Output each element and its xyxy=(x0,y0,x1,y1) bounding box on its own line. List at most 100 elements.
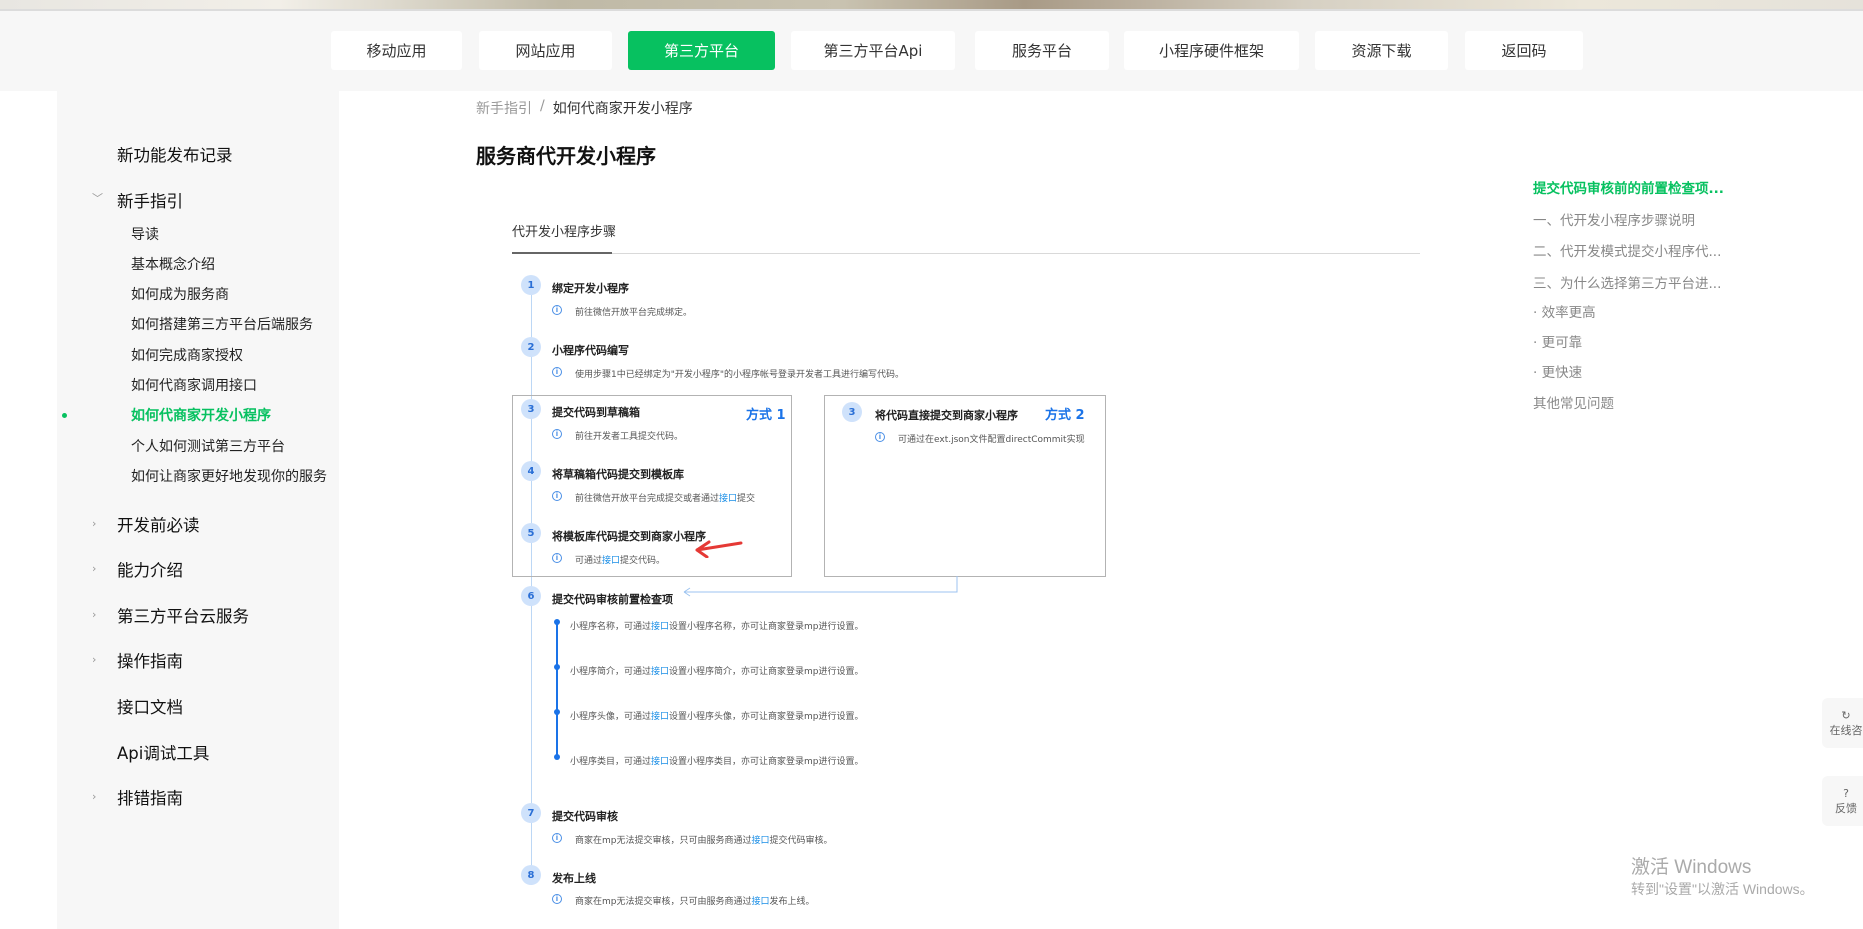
step-title: 提交代码审核 xyxy=(552,810,618,823)
toc-item-precheck[interactable]: 提交代码审核前的前置检查项... xyxy=(1533,177,1724,197)
figure-tab-label: 代开发小程序步骤 xyxy=(512,225,617,240)
checklist-dot xyxy=(554,754,560,760)
figure-tab-rule xyxy=(512,253,1420,254)
sidebar-subitem-become-provider[interactable]: 如何成为服务商 xyxy=(131,284,229,304)
checklist-text: 小程序头像，可通过 xyxy=(570,712,652,722)
api-link[interactable]: 接口 xyxy=(751,897,769,907)
chevron-right-icon[interactable]: › xyxy=(92,562,96,575)
sidebar-subitem-personal-test[interactable]: 个人如何测试第三方平台 xyxy=(131,436,285,456)
step-desc: 前往微信开放平台完成提交或者通过接口提交 xyxy=(575,491,755,504)
figure-tab-underline xyxy=(512,252,612,254)
toc-item-reliable[interactable]: · 更可靠 xyxy=(1533,331,1582,351)
sidebar-item-api-docs[interactable]: 接口文档 xyxy=(117,694,183,718)
mode-2-label: 方式 2 xyxy=(1045,408,1085,423)
chevron-right-icon[interactable]: › xyxy=(92,653,96,666)
api-link[interactable]: 接口 xyxy=(719,494,737,504)
toc-item-why[interactable]: 三、为什么选择第三方平台进... xyxy=(1533,272,1721,292)
toc-item-efficiency[interactable]: · 效率更高 xyxy=(1533,301,1596,321)
nav-resource-download[interactable]: 资源下载 xyxy=(1315,31,1448,70)
sidebar-item-api-debug[interactable]: Api调试工具 xyxy=(117,740,209,764)
api-link[interactable]: 接口 xyxy=(651,622,669,632)
activation-watermark-title: 激活 Windows xyxy=(1631,857,1752,878)
step-number-badge: 7 xyxy=(521,803,541,823)
checklist-item: 小程序类目，可通过接口设置小程序类目，亦可让商家登录mp进行设置。 xyxy=(570,754,864,767)
step-desc: 前往微信开放平台完成绑定。 xyxy=(575,308,693,318)
toc-item-faster[interactable]: · 更快速 xyxy=(1533,361,1582,381)
top-banner-image xyxy=(0,0,1863,11)
nav-website-app[interactable]: 网站应用 xyxy=(479,31,612,70)
online-consult-label: 在线咨 xyxy=(1829,723,1863,737)
step-title: 绑定开发小程序 xyxy=(552,282,629,295)
step-title: 小程序代码编写 xyxy=(552,344,629,357)
step-number-badge: 5 xyxy=(521,523,541,543)
step-desc: 可通过在ext.json文件配置directCommit实现 xyxy=(898,435,1085,445)
sidebar-subitem-develop-miniprogram[interactable]: 如何代商家开发小程序 xyxy=(131,405,271,425)
nav-third-party-api[interactable]: 第三方平台Api xyxy=(791,31,955,70)
step-desc-text: 商家在mp无法提交审核，只可由服务商通过 xyxy=(575,897,752,907)
step-number-badge: 1 xyxy=(521,275,541,295)
feedback-button[interactable]: ? 反馈 xyxy=(1822,776,1863,826)
api-link[interactable]: 接口 xyxy=(751,836,769,846)
checklist-text: 小程序简介，可通过 xyxy=(570,667,652,677)
step-number-badge: 3 xyxy=(521,399,541,419)
checklist-dot xyxy=(554,709,560,715)
sidebar-item-ops-guide[interactable]: 操作指南 xyxy=(117,648,183,672)
sidebar-subitem-concepts[interactable]: 基本概念介绍 xyxy=(131,254,215,274)
toc-item-faq[interactable]: 其他常见问题 xyxy=(1533,392,1614,412)
checklist-item: 小程序头像，可通过接口设置小程序头像，亦可让商家登录mp进行设置。 xyxy=(570,709,864,722)
nav-miniprogram-hardware[interactable]: 小程序硬件框架 xyxy=(1124,31,1299,70)
checklist-item: 小程序名称，可通过接口设置小程序名称，亦可让商家登录mp进行设置。 xyxy=(570,619,864,632)
nav-return-codes[interactable]: 返回码 xyxy=(1465,31,1583,70)
checklist-dot xyxy=(554,664,560,670)
sidebar-subitem-intro[interactable]: 导读 xyxy=(131,224,159,244)
sidebar-item-dev-read[interactable]: 开发前必读 xyxy=(117,512,200,536)
breadcrumb-parent[interactable]: 新手指引 xyxy=(476,98,532,118)
sidebar-item-release-notes[interactable]: 新功能发布记录 xyxy=(117,142,233,166)
sidebar-item-cloud[interactable]: 第三方平台云服务 xyxy=(117,603,249,627)
nav-service-platform[interactable]: 服务平台 xyxy=(975,31,1109,70)
breadcrumb-current: 如何代商家开发小程序 xyxy=(552,101,693,117)
api-link[interactable]: 接口 xyxy=(602,556,620,566)
chevron-right-icon[interactable]: › xyxy=(92,517,96,530)
api-link[interactable]: 接口 xyxy=(651,667,669,677)
step-title: 提交代码到草稿箱 xyxy=(552,406,640,419)
step-number-badge: 4 xyxy=(521,461,541,481)
api-link[interactable]: 接口 xyxy=(651,757,669,767)
activation-watermark-text: 转到"设置"以激活 Windows。 xyxy=(1631,881,1814,897)
checklist-text: 设置小程序名称，亦可让商家登录mp进行设置。 xyxy=(669,622,864,632)
sidebar-subitem-build-backend[interactable]: 如何搭建第三方平台后端服务 xyxy=(131,314,313,334)
checklist-text: 设置小程序头像，亦可让商家登录mp进行设置。 xyxy=(669,712,864,722)
question-icon: ? xyxy=(1843,786,1849,800)
headset-icon: ↻ xyxy=(1841,708,1851,722)
step-title: 将模板库代码提交到商家小程序 xyxy=(552,530,706,543)
top-navigation: 移动应用 网站应用 第三方平台 第三方平台Api 服务平台 小程序硬件框架 资源… xyxy=(0,11,1863,91)
info-icon: i xyxy=(552,491,562,501)
sidebar-item-capability[interactable]: 能力介绍 xyxy=(117,557,183,581)
checklist-item: 小程序简介，可通过接口设置小程序简介，亦可让商家登录mp进行设置。 xyxy=(570,664,864,677)
toc-item-submit-mode[interactable]: 二、代开发模式提交小程序代... xyxy=(1533,240,1721,260)
sidebar-item-troubleshoot[interactable]: 排错指南 xyxy=(117,785,183,809)
nav-mobile-app[interactable]: 移动应用 xyxy=(331,31,462,70)
step-number-badge: 8 xyxy=(521,865,541,885)
info-icon: i xyxy=(552,429,562,439)
checklist-text: 设置小程序简介，亦可让商家登录mp进行设置。 xyxy=(669,667,864,677)
chevron-down-icon[interactable]: ﹀ xyxy=(92,190,103,206)
sidebar-item-guide[interactable]: 新手指引 xyxy=(117,188,183,212)
toc-item-steps[interactable]: 一、代开发小程序步骤说明 xyxy=(1533,209,1695,229)
online-consult-button[interactable]: ↻ 在线咨 xyxy=(1822,698,1863,748)
api-link[interactable]: 接口 xyxy=(651,712,669,722)
page-title: 服务商代开发小程序 xyxy=(476,144,656,168)
checklist-text: 小程序类目，可通过 xyxy=(570,757,652,767)
step-number-badge: 2 xyxy=(521,337,541,357)
chevron-right-icon[interactable]: › xyxy=(92,608,96,621)
sidebar-subitem-discover-service[interactable]: 如何让商家更好地发现你的服务 xyxy=(131,466,327,486)
red-arrow-icon xyxy=(695,540,743,558)
breadcrumb-separator: / xyxy=(540,98,545,114)
step-desc-text: 可通过 xyxy=(575,556,603,566)
sidebar-subitem-merchant-auth[interactable]: 如何完成商家授权 xyxy=(131,345,243,365)
sidebar-subitem-call-api[interactable]: 如何代商家调用接口 xyxy=(131,375,257,395)
step-desc-text: 提交 xyxy=(737,494,756,504)
chevron-right-icon[interactable]: › xyxy=(92,790,96,803)
nav-third-party-platform[interactable]: 第三方平台 xyxy=(628,31,775,70)
checklist-dot xyxy=(554,619,560,625)
